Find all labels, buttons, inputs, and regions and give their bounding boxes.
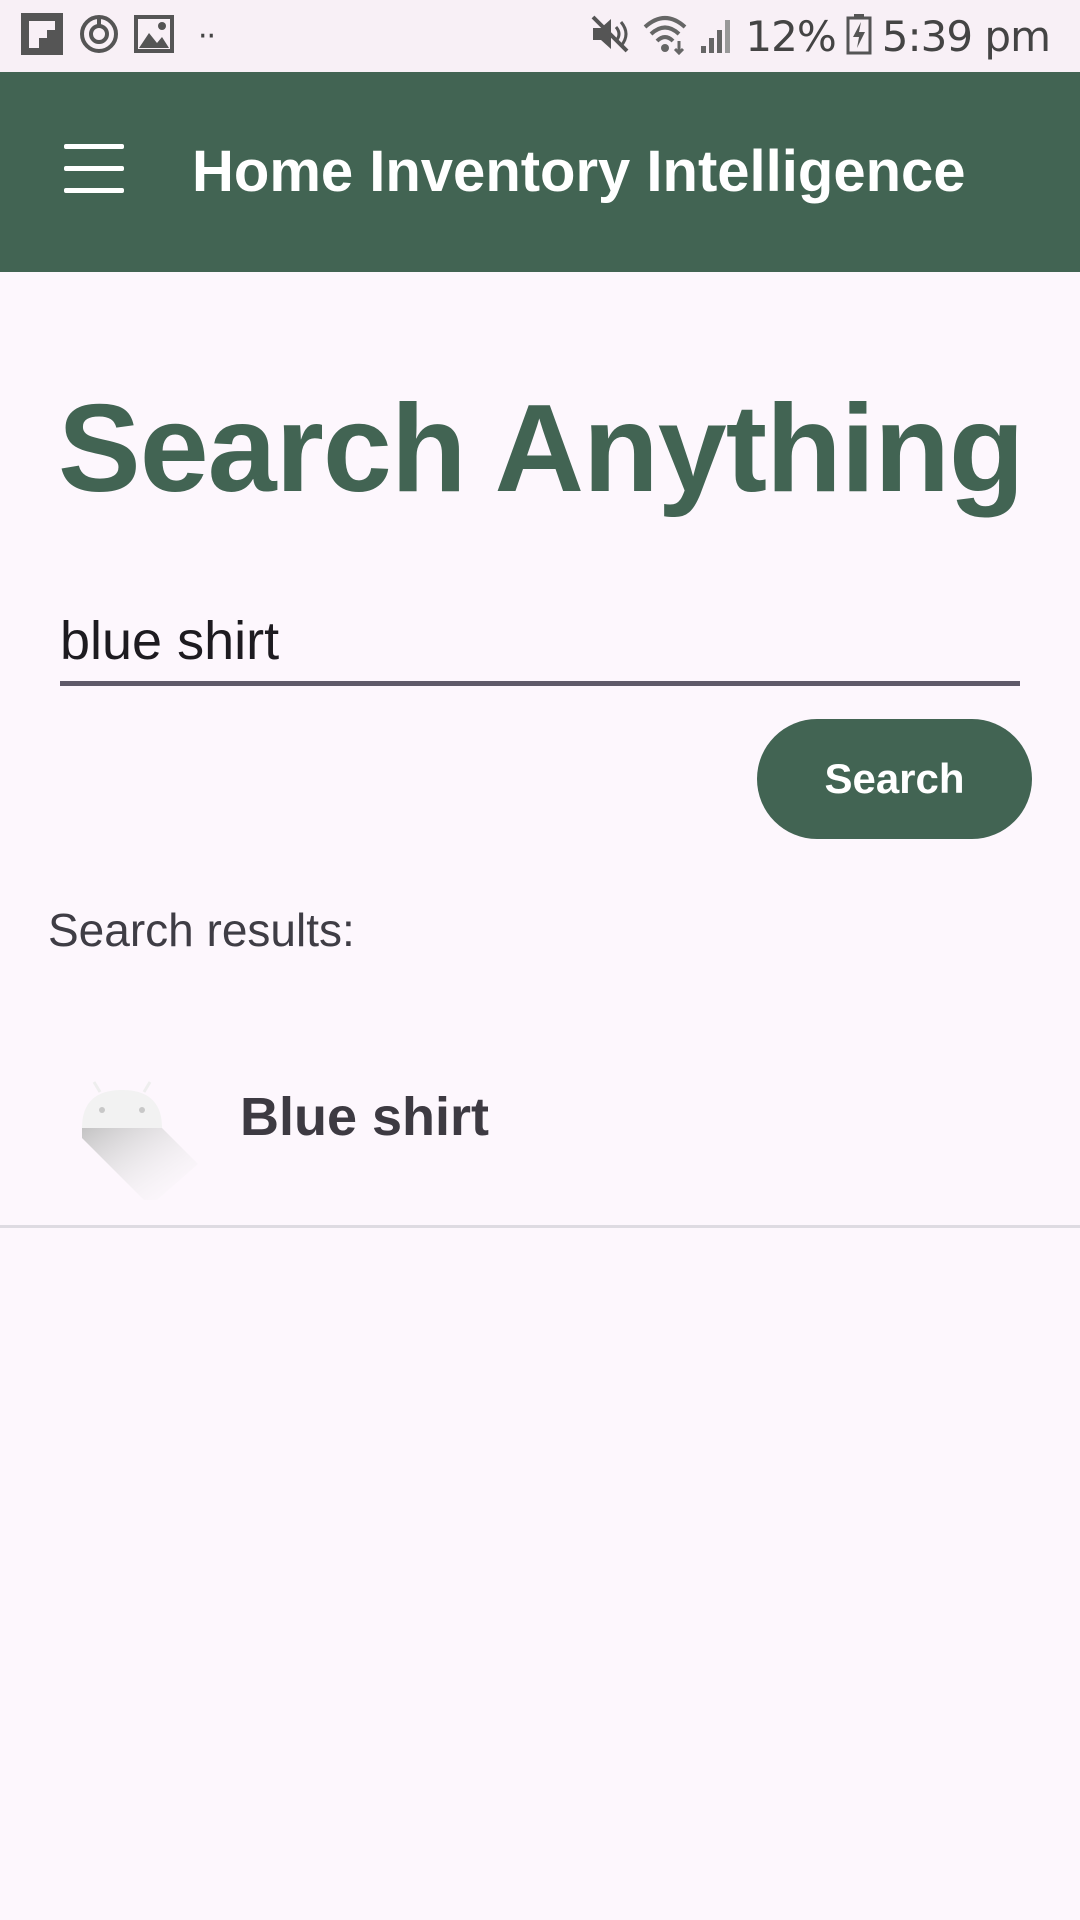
app-title: Home Inventory Intelligence xyxy=(192,139,966,204)
status-bar-left: ·· xyxy=(20,12,216,61)
battery-charging-icon xyxy=(846,13,872,60)
wifi-icon xyxy=(641,13,689,60)
search-results-label: Search results: xyxy=(48,904,355,956)
search-button[interactable]: Search xyxy=(757,719,1032,839)
signal-icon xyxy=(699,14,735,59)
list-item[interactable]: Blue shirt xyxy=(0,1050,1080,1228)
battery-percent: 12% xyxy=(745,11,836,61)
mute-icon xyxy=(589,13,631,60)
status-bar: ·· 12% 5:39 pm xyxy=(0,0,1080,72)
flipboard-icon xyxy=(20,12,64,61)
status-bar-right: 12% 5:39 pm xyxy=(589,11,1051,61)
result-item-name: Blue shirt xyxy=(240,1087,490,1147)
sync-icon xyxy=(78,13,120,60)
android-placeholder-icon xyxy=(80,1080,200,1206)
gallery-icon xyxy=(134,14,174,58)
page-title: Search Anything xyxy=(58,380,1025,518)
app-bar: Home Inventory Intelligence xyxy=(0,72,1080,272)
more-dots-icon: ·· xyxy=(198,18,216,54)
clock: 5:39 pm xyxy=(881,11,1051,61)
hamburger-menu-icon[interactable] xyxy=(60,140,128,196)
search-input[interactable] xyxy=(60,600,1020,686)
